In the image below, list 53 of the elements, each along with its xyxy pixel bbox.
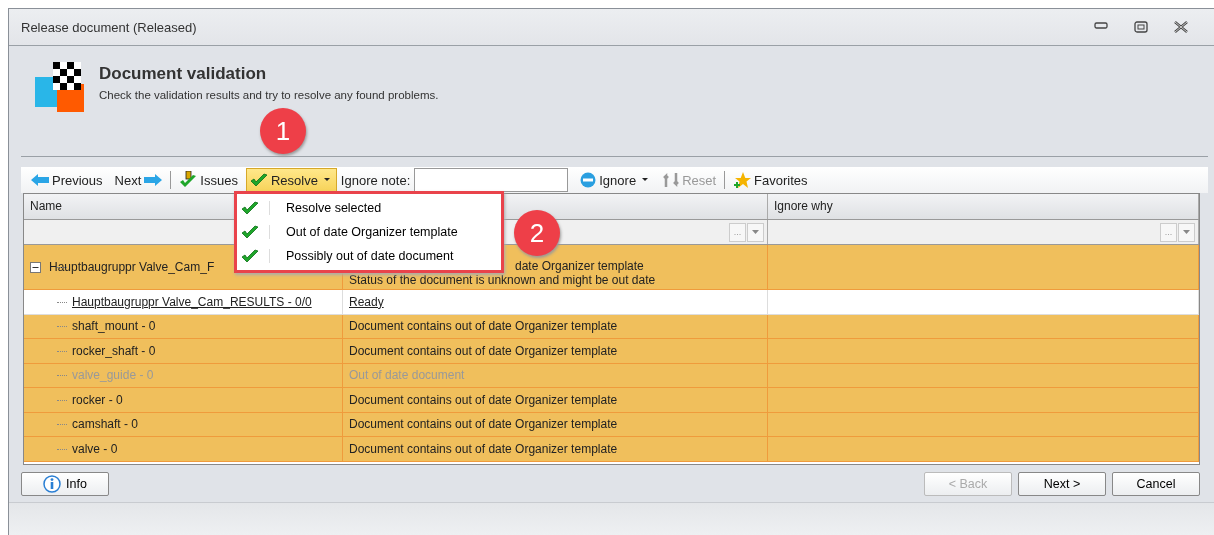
ignore-note-field[interactable] bbox=[414, 168, 569, 192]
info-button[interactable]: Info bbox=[21, 472, 109, 496]
status-text: Document contains out of date Organizer template bbox=[349, 417, 618, 432]
status-text: Out of date document bbox=[349, 368, 465, 383]
check-warning-icon bbox=[179, 171, 198, 189]
menu-item[interactable]: Out of date Organizer template bbox=[237, 220, 501, 244]
collapse-toggle-icon[interactable] bbox=[30, 261, 41, 273]
document-name[interactable]: shaft_mount - 0 bbox=[72, 319, 156, 334]
cell-text: Status of the document is unknown and might be out date bbox=[349, 273, 656, 287]
info-icon bbox=[43, 475, 62, 493]
ignore-note-label: Ignore note: bbox=[340, 172, 411, 188]
arrow-right-icon bbox=[144, 174, 163, 186]
document-name[interactable]: camshaft - 0 bbox=[72, 417, 139, 432]
next-button[interactable]: Next bbox=[110, 168, 167, 192]
dropdown-button[interactable]: Ignore bbox=[576, 168, 656, 192]
status-text: Document contains out of date Organizer template bbox=[349, 441, 618, 456]
document-name[interactable]: rocker - 0 bbox=[72, 392, 123, 407]
close-icon[interactable] bbox=[1174, 21, 1188, 33]
cell-text: date Organizer template bbox=[515, 259, 644, 273]
toolbar-button[interactable]: Favorites bbox=[729, 168, 812, 192]
minimize-icon[interactable] bbox=[1094, 21, 1108, 29]
dropdown-button[interactable]: Resolve bbox=[245, 168, 337, 192]
status-text: Document contains out of date Organizer template bbox=[349, 343, 618, 358]
previous-button[interactable]: Previous bbox=[27, 168, 107, 192]
toolbar-button[interactable]: Issues bbox=[175, 168, 242, 192]
filter-dropdown[interactable] bbox=[1178, 222, 1195, 242]
caret-icon bbox=[752, 230, 759, 234]
check-icon bbox=[241, 249, 270, 263]
document-name[interactable]: rocker_shaft - 0 bbox=[72, 343, 156, 358]
menu-item[interactable]: Possibly out of date document bbox=[237, 244, 501, 268]
restore-icon[interactable] bbox=[1134, 21, 1148, 33]
status-text: Ready bbox=[349, 294, 384, 309]
wizard-button[interactable]: Next > bbox=[1018, 472, 1106, 496]
header-subtitle: Check the validation results and try to resolve any found problems. bbox=[99, 89, 439, 101]
star-add-icon bbox=[733, 171, 752, 189]
refresh-icon bbox=[663, 171, 680, 189]
window-title: Release document (Released) bbox=[21, 19, 198, 35]
document-name[interactable]: Hauptbaugruppr Valve_Cam_RESULTS - 0/0 bbox=[72, 294, 312, 309]
filter-dropdown[interactable] bbox=[747, 222, 764, 242]
check-icon bbox=[249, 173, 268, 187]
header-title: Document validation bbox=[99, 64, 268, 84]
group-name: Hauptbaugruppr Valve_Cam_F bbox=[49, 260, 215, 274]
column-header[interactable]: Ignore why bbox=[768, 194, 1199, 219]
status-text: Document contains out of date Organizer template bbox=[349, 319, 618, 334]
arrow-left-icon bbox=[31, 174, 49, 186]
caret-icon bbox=[1183, 230, 1190, 234]
wizard-button[interactable]: Cancel bbox=[1112, 472, 1200, 496]
validation-logo-icon bbox=[35, 62, 85, 114]
status-text: Document contains out of date Organizer template bbox=[349, 392, 618, 407]
check-icon bbox=[241, 201, 270, 215]
check-icon bbox=[241, 225, 270, 239]
document-name[interactable]: valve - 0 bbox=[72, 441, 118, 456]
minus-circle-icon bbox=[580, 172, 597, 188]
